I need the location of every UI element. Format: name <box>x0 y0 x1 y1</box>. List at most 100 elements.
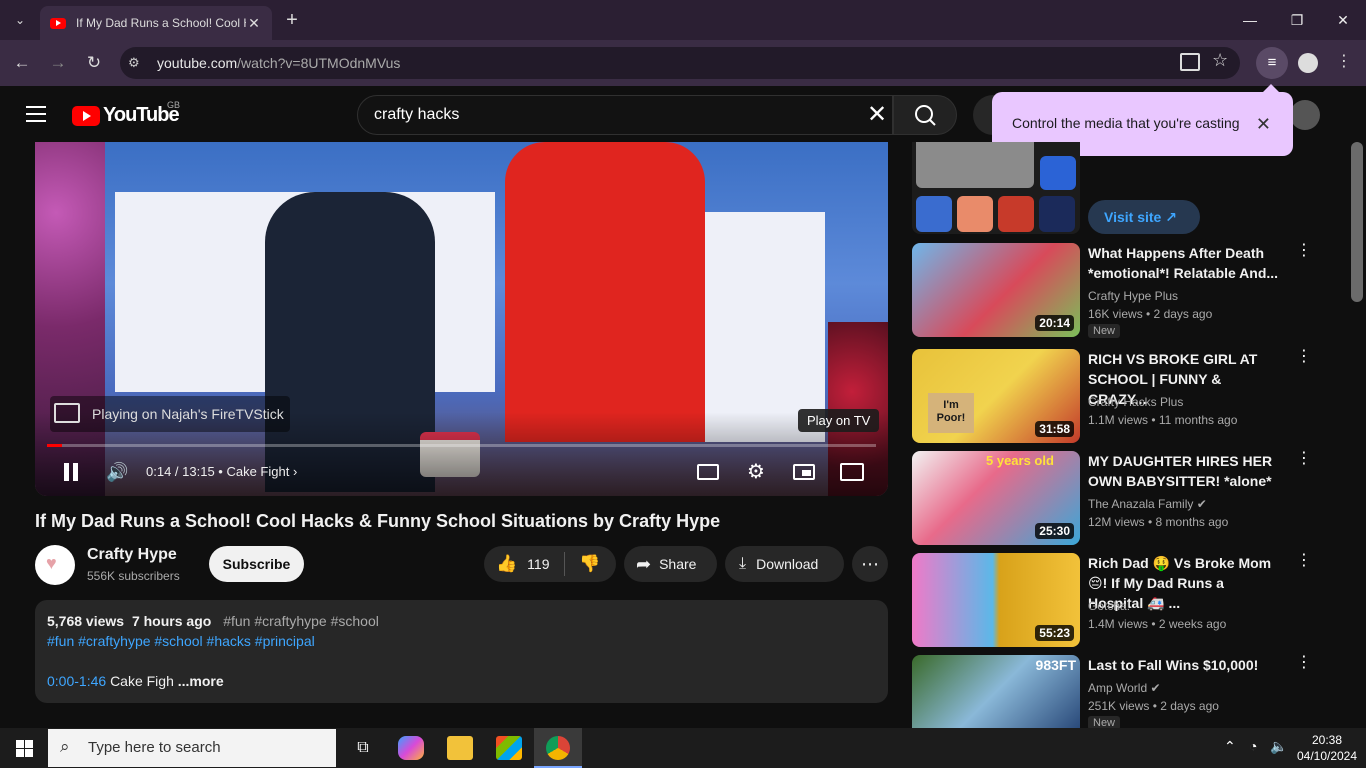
clear-search-icon[interactable]: ✕ <box>864 102 890 128</box>
chapter-title: Cake Figh <box>110 673 174 689</box>
microsoft-store-icon[interactable] <box>496 736 522 760</box>
ad-thumbnail[interactable] <box>912 142 1080 234</box>
more-actions-button[interactable]: ⋯ <box>852 546 888 582</box>
verified-icon: ✔ <box>1150 681 1161 695</box>
browser-menu-icon[interactable]: ⋮ <box>1336 51 1352 71</box>
download-button[interactable]: ⤓ Download <box>725 546 844 582</box>
recommended-thumbnail[interactable]: 983FT <box>912 655 1080 728</box>
time-text: 0:14 / 13:15 <box>146 464 215 479</box>
hashtags[interactable]: #fun #craftyhype #school #hacks #princip… <box>47 633 315 649</box>
chapter-label[interactable]: Cake Fight <box>226 464 289 479</box>
close-window-button[interactable]: ✕ <box>1331 8 1355 32</box>
channel-text: Amp World <box>1088 681 1148 695</box>
thumbs-down-icon: 👎 <box>579 554 601 573</box>
start-pane <box>25 749 33 757</box>
tab-search-button[interactable]: ⌄ <box>8 8 32 32</box>
miniplayer-icon[interactable] <box>791 460 817 484</box>
chrome-taskbar-button[interactable] <box>534 728 582 768</box>
recommended-meta: 1.4M views • 2 weeks ago <box>1088 617 1227 631</box>
more-vertical-icon[interactable]: ⋮ <box>1296 655 1312 671</box>
ad-app-icon-2 <box>957 196 993 232</box>
recommended-channel[interactable]: Gotcha! <box>1088 599 1130 613</box>
browser-tab[interactable]: If My Dad Runs a School! Cool Hacks & Fu… <box>40 6 272 40</box>
minimize-button[interactable]: — <box>1238 8 1262 32</box>
like-button[interactable]: 👍 119 <box>484 554 564 574</box>
file-explorer-icon[interactable] <box>447 736 473 760</box>
profile-avatar-icon[interactable] <box>1298 53 1318 73</box>
visit-site-button[interactable]: Visit site ↗ <box>1088 200 1200 234</box>
reload-button[interactable]: ↻ <box>82 51 106 75</box>
pause-button[interactable] <box>60 461 82 483</box>
task-view-icon[interactable]: ⧉ <box>350 736 376 760</box>
subscribe-button[interactable]: Subscribe <box>209 546 304 582</box>
url-text[interactable]: youtube.com/watch?v=8UTMOdnMVus <box>157 55 400 71</box>
hamburger-menu-icon[interactable] <box>26 106 46 122</box>
volume-icon[interactable]: 🔊 <box>106 461 128 483</box>
progress-bar-fill <box>47 444 62 447</box>
recommended-channel[interactable]: Crafty Hacks Plus <box>1088 395 1183 409</box>
channel-avatar[interactable] <box>35 545 75 585</box>
more-vertical-icon[interactable]: ⋮ <box>1296 451 1312 467</box>
forward-button[interactable]: → <box>46 51 70 75</box>
share-button[interactable]: ➦ Share <box>624 546 717 582</box>
volume-tray-icon[interactable]: 🔈 <box>1270 738 1287 755</box>
progress-bar[interactable] <box>47 444 876 447</box>
ad-thumb-screen <box>916 142 1034 188</box>
recommended-channel[interactable]: The Anazala Family ✔ <box>1088 497 1207 511</box>
recommended-channel[interactable]: Amp World ✔ <box>1088 681 1161 695</box>
cast-page-icon[interactable] <box>1180 53 1200 71</box>
network-icon[interactable]: ◔ <box>1249 738 1257 754</box>
inline-tags[interactable]: #fun #craftyhype #school <box>223 613 379 629</box>
settings-gear-icon[interactable]: ⚙ <box>743 460 769 484</box>
recommended-meta: 16K views • 2 days ago <box>1088 307 1213 321</box>
page-scrollbar[interactable] <box>1351 142 1363 302</box>
description-stats: 5,768 views 7 hours ago #fun #craftyhype… <box>47 613 379 629</box>
close-popup-icon[interactable]: ✕ <box>1256 114 1271 135</box>
recommended-thumbnail[interactable]: 55:23 <box>912 553 1080 647</box>
more-vertical-icon[interactable]: ⋮ <box>1296 553 1312 569</box>
cast-status: Playing on Najah's FireTVStick <box>50 396 290 432</box>
site-info-icon[interactable]: ⚙ <box>128 55 146 71</box>
cast-popup-text: Control the media that you're casting <box>1012 115 1240 131</box>
recommended-thumbnail[interactable]: 20:14 <box>912 243 1080 337</box>
recommended-title[interactable]: What Happens After Death *emotional*! Re… <box>1088 243 1283 283</box>
back-button[interactable]: ← <box>10 51 34 75</box>
search-button[interactable] <box>893 95 957 135</box>
video-player[interactable] <box>35 142 888 496</box>
video-duration: 55:23 <box>1035 625 1074 641</box>
recommended-thumbnail[interactable]: I'm Poor! 31:58 <box>912 349 1080 443</box>
youtube-logo[interactable]: YouTube <box>72 104 180 127</box>
new-tab-button[interactable]: + <box>282 8 302 32</box>
clock-time: 20:38 <box>1311 733 1343 747</box>
recommended-title[interactable]: MY DAUGHTER HIRES HER OWN BABYSITTER! *a… <box>1088 451 1283 491</box>
description-box[interactable]: 5,768 views 7 hours ago #fun #craftyhype… <box>35 600 888 703</box>
channel-name[interactable]: Crafty Hype <box>87 546 177 564</box>
restore-button[interactable]: ❐ <box>1285 8 1309 32</box>
account-avatar[interactable] <box>1290 100 1320 130</box>
subtitles-icon[interactable] <box>695 460 721 484</box>
recommended-channel[interactable]: Crafty Hype Plus <box>1088 289 1178 303</box>
more-vertical-icon[interactable]: ⋮ <box>1296 243 1312 259</box>
show-more-link[interactable]: ...more <box>178 673 224 689</box>
dislike-button[interactable]: 👎 <box>565 554 600 574</box>
windows-start-icon[interactable] <box>16 740 33 757</box>
show-hidden-icons[interactable]: ⌃ <box>1224 738 1236 755</box>
more-vertical-icon[interactable]: ⋮ <box>1296 349 1312 365</box>
media-control-icon[interactable]: ≡ <box>1256 47 1288 79</box>
cast-to-tv-icon[interactable] <box>839 460 865 484</box>
copilot-icon[interactable] <box>398 736 424 760</box>
start-pane <box>16 749 24 757</box>
recommended-thumbnail[interactable]: 5 years old 25:30 <box>912 451 1080 545</box>
recommended-title[interactable]: Last to Fall Wins $10,000! <box>1088 655 1283 675</box>
start-pane <box>16 740 24 748</box>
video-duration: 20:14 <box>1035 315 1074 331</box>
bookmark-star-icon[interactable]: ☆ <box>1212 50 1228 71</box>
thumbs-up-icon: 👍 <box>496 554 518 573</box>
subscriber-count: 556K subscribers <box>87 569 180 583</box>
start-pane <box>25 740 33 748</box>
taskbar-search-input[interactable]: ⌕ Type here to search <box>48 729 336 767</box>
tab-close-icon[interactable]: ✕ <box>246 15 262 32</box>
clock-date: 04/10/2024 <box>1296 749 1358 763</box>
chapter-timestamp[interactable]: 0:00-1:46 <box>47 673 106 689</box>
taskbar-clock[interactable]: 20:38 04/10/2024 <box>1296 732 1358 764</box>
